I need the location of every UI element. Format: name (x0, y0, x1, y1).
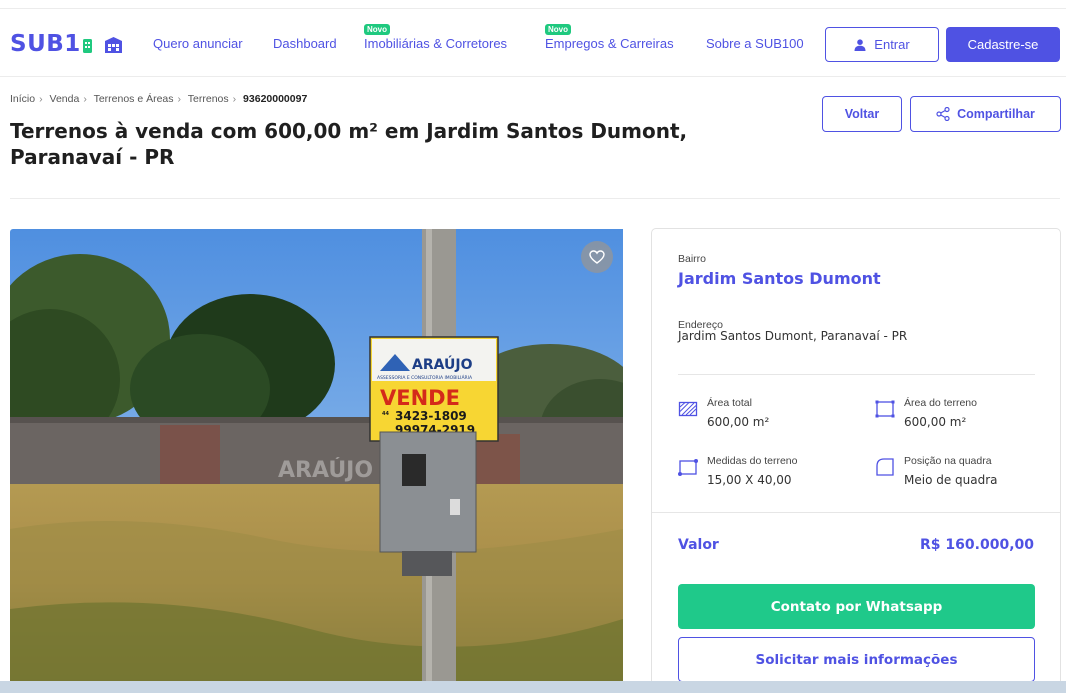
feature-label: Medidas do terreno (707, 455, 798, 467)
page-title-bold: Terrenos à venda (10, 119, 204, 143)
breadcrumb-separator: › (83, 93, 87, 105)
new-badge: Novo (545, 24, 571, 35)
os-taskbar (0, 681, 1066, 693)
breadcrumb-separator: › (39, 93, 43, 105)
breadcrumb-venda[interactable]: Venda (50, 93, 80, 105)
endereco-value: Jardim Santos Dumont, Paranavaí - PR (678, 329, 908, 343)
nav-dashboard[interactable]: Dashboard (273, 36, 337, 51)
photo-watermark: ARAÚJO (278, 457, 373, 483)
logo-building-icon (82, 36, 102, 53)
site-header: SUB1 Quero anunciar Dashboard Novo Imobi… (0, 0, 1066, 84)
login-label: Entrar (874, 37, 910, 52)
sign-phone-prefix: 44 (382, 411, 389, 417)
feature-medidas: Medidas do terreno 15,00 X 40,00 (678, 455, 797, 487)
nav-imobiliarias[interactable]: Imobiliárias & Corretores (364, 36, 507, 51)
login-button[interactable]: Entrar (825, 27, 939, 62)
breadcrumb-separator: › (232, 93, 237, 105)
sign-brand: ARAÚJO (412, 355, 473, 373)
price-value: R$ 160.000,00 (920, 537, 1034, 553)
logo[interactable]: SUB1 (10, 30, 123, 58)
feature-value: 15,00 X 40,00 (707, 473, 792, 487)
block-position-icon (876, 458, 894, 476)
card-divider (652, 512, 1060, 513)
whatsapp-contact-button[interactable]: Contato por Whatsapp (678, 584, 1035, 629)
card-divider (678, 374, 1035, 375)
bairro-label: Bairro (678, 253, 707, 265)
user-icon (854, 38, 866, 51)
page-title: Terrenos à venda com 600,00 m² em Jardim… (10, 118, 790, 170)
feature-posicao: Posição na quadra Meio de quadra (875, 455, 998, 487)
request-info-button[interactable]: Solicitar mais informações (678, 637, 1035, 682)
feature-area-terreno: Área do terreno 600,00 m² (875, 397, 977, 429)
nav-quero-anunciar[interactable]: Quero anunciar (153, 36, 243, 51)
feature-value: Meio de quadra (904, 473, 998, 487)
feature-label: Área total (707, 397, 752, 409)
sign-phone-1: 3423-1809 (395, 409, 467, 423)
property-details-card: Bairro Jardim Santos Dumont Endereço Jar… (651, 228, 1061, 693)
logo-text: SUB1 (10, 31, 81, 57)
signup-button[interactable]: Cadastre-se (946, 27, 1060, 62)
new-badge: Novo (364, 24, 390, 35)
breadcrumb-inicio[interactable]: Início (10, 93, 35, 105)
price-label: Valor (678, 537, 719, 553)
share-button[interactable]: Compartilhar (910, 96, 1061, 132)
bairro-value: Jardim Santos Dumont (678, 269, 881, 288)
feature-label: Posição na quadra (904, 455, 992, 467)
nav-empregos[interactable]: Empregos & Carreiras (545, 36, 674, 51)
breadcrumb-separator: › (177, 93, 182, 105)
header-top-divider (0, 8, 1066, 9)
sign-subtitle: ASSESSORIA E CONSULTORIA IMOBILIÁRIA (377, 374, 473, 381)
feature-label: Área do terreno (904, 397, 977, 409)
feature-value: 600,00 m² (904, 415, 967, 429)
feature-area-total: Área total 600,00 m² (678, 397, 769, 429)
header-divider (0, 76, 1066, 77)
breadcrumb-current: 93620000097 (243, 93, 308, 105)
section-divider (10, 198, 1060, 199)
land-area-icon (875, 400, 895, 418)
sign-sale: VENDE (380, 386, 460, 410)
breadcrumb-terrenos-areas[interactable]: Terrenos e Áreas (94, 93, 174, 105)
share-icon (936, 107, 950, 121)
nav-sobre[interactable]: Sobre a SUB100 (706, 36, 804, 51)
logo-house-icon (104, 36, 123, 53)
feature-value: 600,00 m² (707, 415, 770, 429)
area-total-icon (678, 401, 698, 417)
breadcrumb-terrenos[interactable]: Terrenos (188, 93, 229, 105)
breadcrumb: Início › Venda › Terrenos e Áreas › Terreno… (10, 93, 307, 105)
favorite-button[interactable] (581, 241, 613, 273)
heart-icon (589, 250, 605, 264)
share-label: Compartilhar (957, 107, 1035, 121)
property-photo[interactable]: ARAÚJO ARAÚJO ASSESSORIA E CONSULTORIA I… (10, 229, 623, 681)
back-button[interactable]: Voltar (822, 96, 902, 132)
measurements-icon (678, 459, 698, 476)
